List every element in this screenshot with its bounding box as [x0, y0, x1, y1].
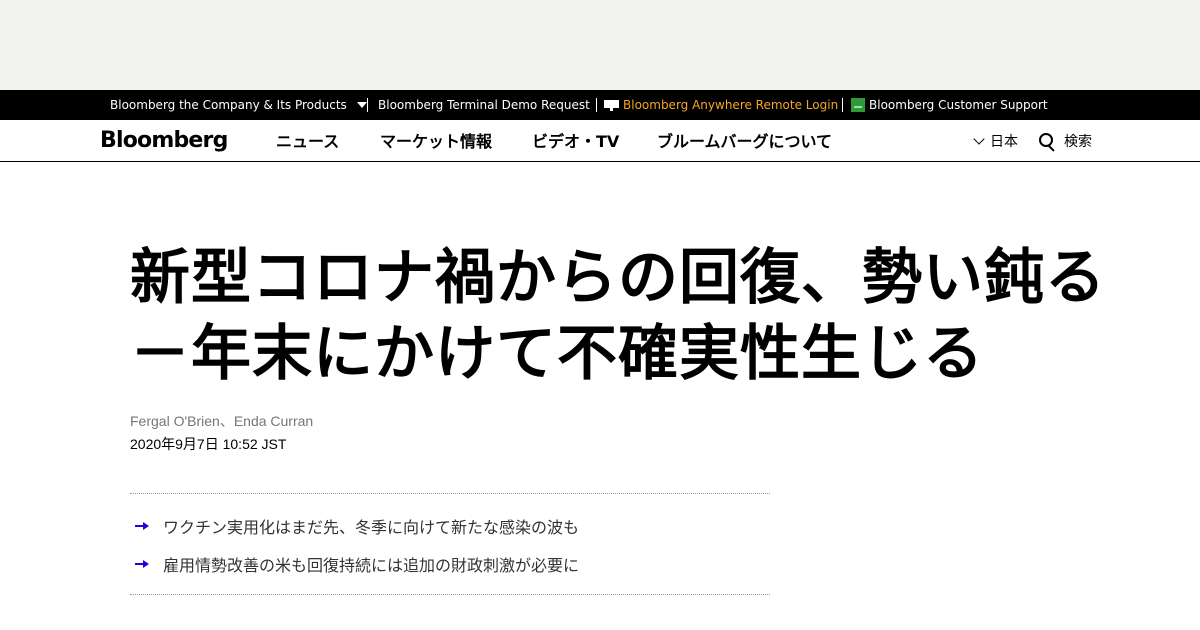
topbar-divider [367, 98, 368, 112]
headline-line-1: 新型コロナ禍からの回復、勢い鈍る [130, 243, 1106, 313]
article-byline[interactable]: Fergal O'Brien、Enda Curran [130, 411, 313, 431]
anywhere-login-link[interactable]: Bloomberg Anywhere Remote Login [604, 90, 838, 120]
nav-item-video-tv[interactable]: ビデオ・TV [532, 120, 619, 162]
topbar-divider [596, 98, 597, 112]
customer-support-link[interactable]: Bloomberg Customer Support [851, 90, 1048, 120]
anywhere-login-label: Bloomberg Anywhere Remote Login [623, 98, 839, 112]
summary-text: 雇用情勢改善の米も回復持続には追加の財政刺激が必要に [163, 556, 580, 575]
search-label: 検索 [1064, 134, 1092, 150]
summary-item: ワクチン実用化はまだ先、冬季に向けて新たな感染の波も [130, 514, 579, 538]
nav-item-markets[interactable]: マーケット情報 [380, 120, 492, 162]
topbar-divider [842, 98, 843, 112]
top-utility-bar: Bloomberg the Company & Its Products Blo… [0, 90, 1200, 120]
article-headline: 新型コロナ禍からの回復、勢い鈍る －年末にかけて不確実性生じる [130, 240, 1130, 392]
company-products-menu[interactable]: Bloomberg the Company & Its Products [110, 90, 367, 120]
summary-text: ワクチン実用化はまだ先、冬季に向けて新たな感染の波も [163, 518, 580, 537]
chevron-down-icon [973, 132, 985, 145]
headline-line-2: －年末にかけて不確実性生じる [130, 319, 984, 389]
nav-item-about[interactable]: ブルームバーグについて [657, 120, 832, 162]
article-summary: ワクチン実用化はまだ先、冬季に向けて新たな感染の波も 雇用情勢改善の米も回復持続… [130, 493, 770, 595]
language-label: 日本 [990, 134, 1018, 150]
main-navigation: Bloomberg ニュース マーケット情報 ビデオ・TV ブルームバーグについ… [0, 120, 1200, 162]
nav-item-news[interactable]: ニュース [276, 120, 339, 162]
language-selector[interactable]: 日本 [973, 120, 1018, 162]
monitor-icon [604, 99, 619, 111]
arrow-right-icon [135, 521, 149, 531]
search-button[interactable]: 検索 [1038, 120, 1092, 162]
search-icon [1038, 132, 1056, 150]
company-products-label: Bloomberg the Company & Its Products [110, 98, 347, 112]
ad-banner-space [0, 0, 1200, 90]
bloomberg-logo[interactable]: Bloomberg [100, 126, 228, 156]
arrow-right-icon [135, 559, 149, 569]
customer-support-label: Bloomberg Customer Support [869, 98, 1048, 112]
terminal-demo-label: Bloomberg Terminal Demo Request [378, 98, 590, 112]
terminal-demo-link[interactable]: Bloomberg Terminal Demo Request [378, 90, 590, 120]
caret-down-icon [356, 102, 367, 108]
article-date: 2020年9月7日 10:52 JST [130, 436, 287, 452]
help-icon [851, 98, 865, 112]
summary-item: 雇用情勢改善の米も回復持続には追加の財政刺激が必要に [130, 552, 579, 576]
